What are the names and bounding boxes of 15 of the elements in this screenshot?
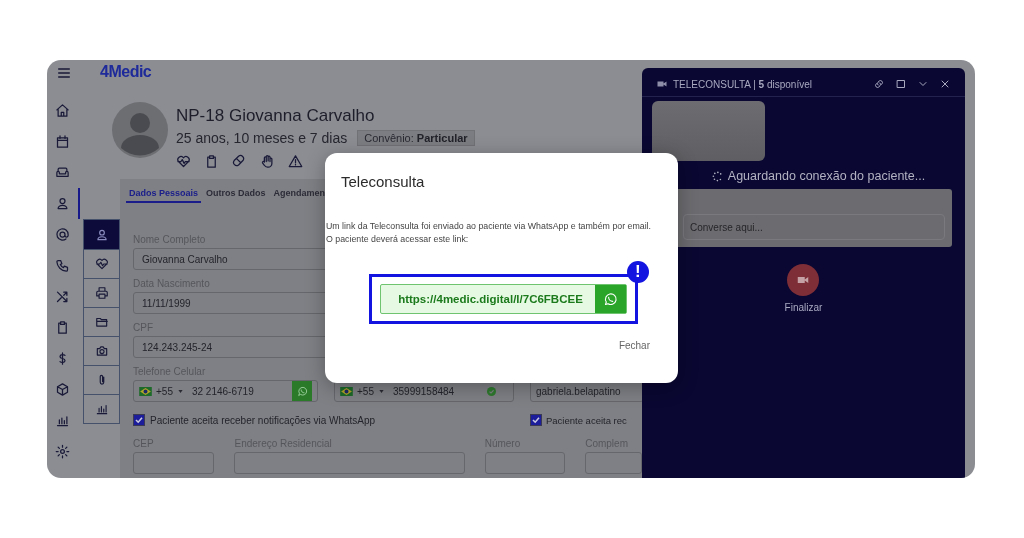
patient-age: 25 anos, 10 meses e 7 dias — [176, 130, 348, 146]
dialog-message: O paciente deverá acessar este link: — [325, 233, 470, 246]
panel-title: TELECONSULTA | 5 disponível — [673, 78, 812, 90]
alert-badge: ! — [626, 261, 649, 283]
end-call-label: Finalizar — [784, 302, 823, 313]
dialog-message: Um link da Teleconsulta foi enviado ao paciente via WhatsApp e também por email. — [325, 220, 652, 233]
app-logo: 4Medic — [100, 62, 152, 82]
patient-name: NP-18 Giovanna Carvalho — [176, 106, 376, 126]
dialog-title: Teleconsulta — [341, 173, 426, 190]
insurance-tag: Convênio: Particular — [357, 130, 475, 146]
connection-status: Aguardando conexão do paciente... — [727, 169, 926, 183]
phone-number: 35999158484 — [392, 385, 456, 397]
country-code: +55 — [156, 385, 173, 397]
country-code: +55 — [357, 385, 374, 397]
phone-number: 32 2146-6719 — [191, 385, 255, 397]
